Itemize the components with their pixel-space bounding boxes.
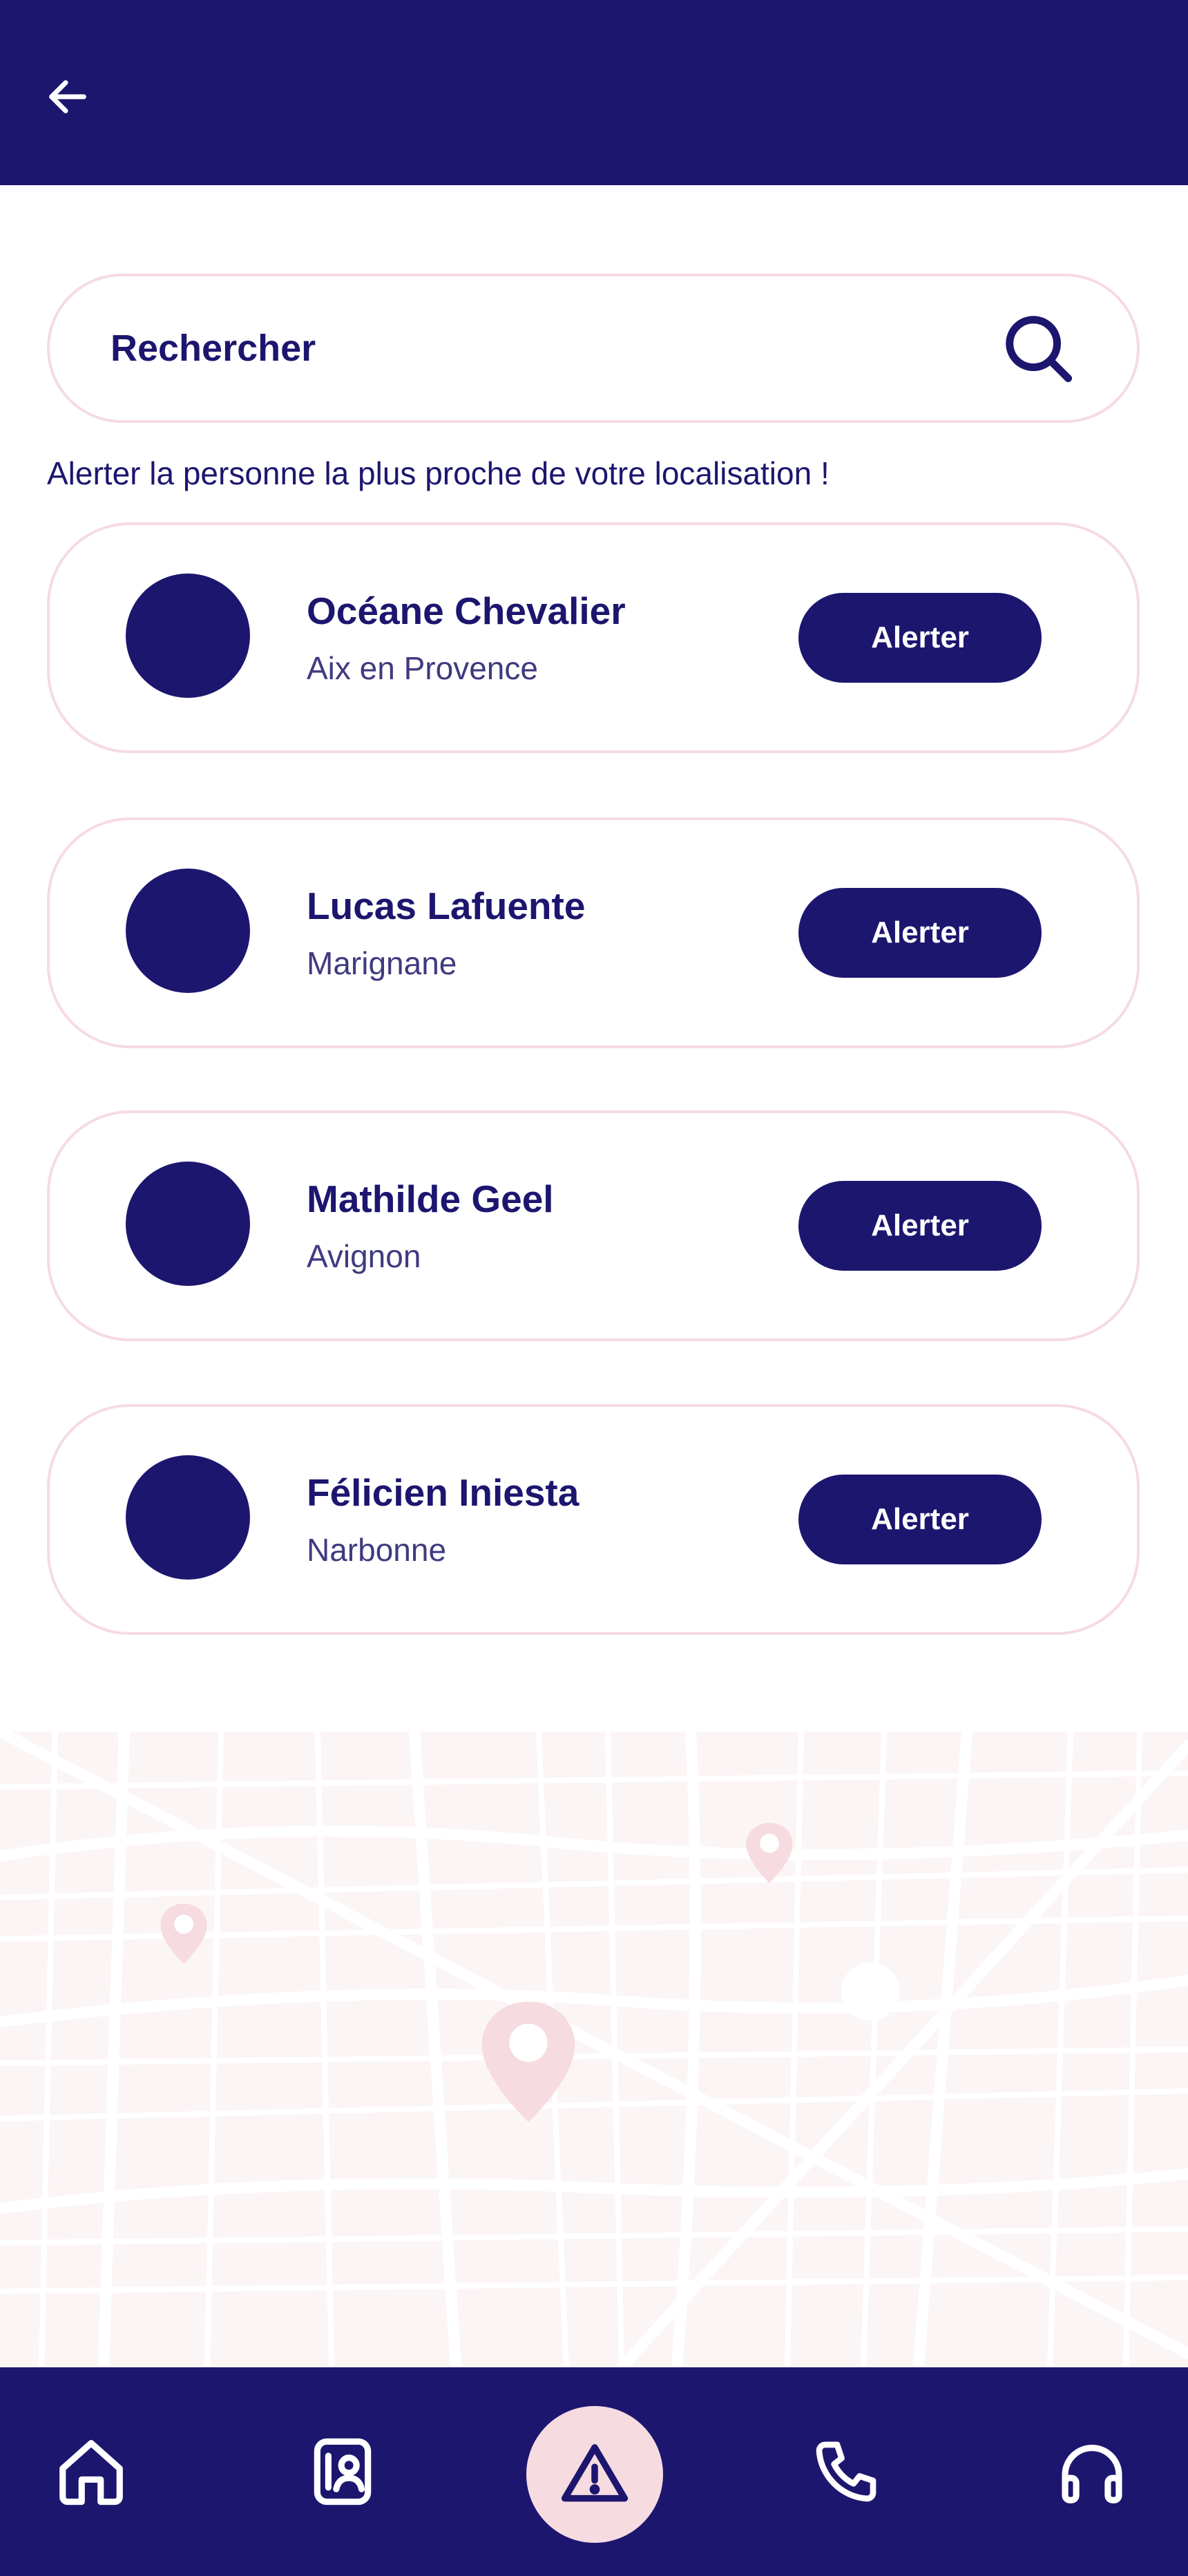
nav-contacts[interactable] (284, 2413, 401, 2530)
avatar (126, 1162, 250, 1286)
location-hint: Alerter la personne la plus proche de vo… (47, 455, 830, 491)
warning-icon (561, 2444, 629, 2502)
phone-icon (816, 2441, 876, 2502)
contact-name: Félicien Iniesta (307, 1471, 579, 1514)
alert-button[interactable]: Alerter (798, 593, 1042, 683)
contact-city: Avignon (307, 1238, 421, 1274)
alert-button[interactable]: Alerter (798, 1181, 1042, 1271)
map-pin-icon[interactable] (473, 1996, 584, 2128)
search-button[interactable] (1000, 310, 1076, 386)
contact-city: Narbonne (307, 1532, 447, 1568)
contact-card: Mathilde Geel Avignon Alerter (47, 1110, 1140, 1341)
alert-button[interactable]: Alerter (798, 888, 1042, 978)
contact-card: Océane Chevalier Aix en Provence Alerter (47, 522, 1140, 753)
contact-city: Aix en Provence (307, 650, 538, 686)
contact-card: Lucas Lafuente Marignane Alerter (47, 817, 1140, 1048)
contacts-icon (314, 2438, 372, 2506)
map-view[interactable] (0, 1732, 1188, 2367)
headphones-icon (1062, 2445, 1122, 2503)
search-input[interactable] (109, 326, 941, 370)
map-streets (0, 1732, 1188, 2367)
alert-button[interactable]: Alerter (798, 1475, 1042, 1564)
contact-name: Mathilde Geel (307, 1177, 554, 1220)
nav-phone[interactable] (787, 2413, 905, 2530)
contact-name: Lucas Lafuente (307, 884, 586, 927)
search-icon (1006, 316, 1073, 383)
nav-alert[interactable] (526, 2406, 663, 2543)
contact-card: Félicien Iniesta Narbonne Alerter (47, 1404, 1140, 1635)
app-header (0, 0, 1188, 185)
nav-support[interactable] (1033, 2413, 1151, 2530)
back-button[interactable] (40, 69, 95, 124)
map-pin-icon[interactable] (156, 1901, 211, 1967)
home-icon (59, 2440, 123, 2506)
nav-home[interactable] (32, 2413, 150, 2530)
avatar (126, 1455, 250, 1580)
bottom-navigation (0, 2367, 1188, 2576)
contact-city: Marignane (307, 945, 457, 981)
contact-name: Océane Chevalier (307, 589, 626, 632)
back-arrow-icon (49, 80, 86, 113)
search-bar (47, 274, 1140, 423)
avatar (126, 869, 250, 993)
map-pin-icon[interactable] (742, 1820, 797, 1886)
avatar (126, 574, 250, 698)
